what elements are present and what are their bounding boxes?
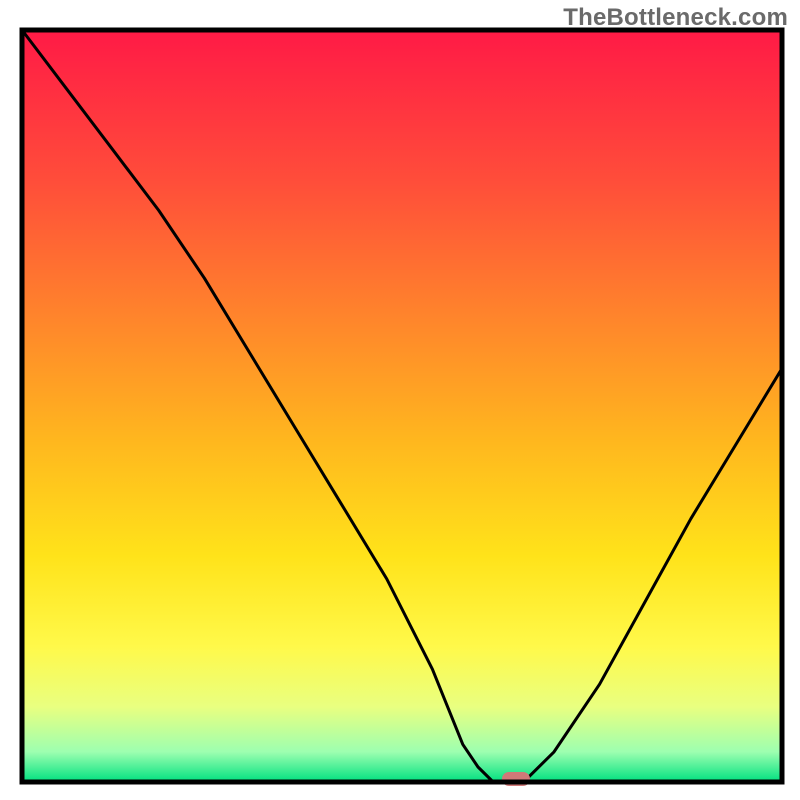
chart-container: TheBottleneck.com <box>0 0 800 800</box>
bottleneck-chart <box>0 0 800 800</box>
chart-background <box>22 30 782 782</box>
watermark-text: TheBottleneck.com <box>563 4 788 32</box>
